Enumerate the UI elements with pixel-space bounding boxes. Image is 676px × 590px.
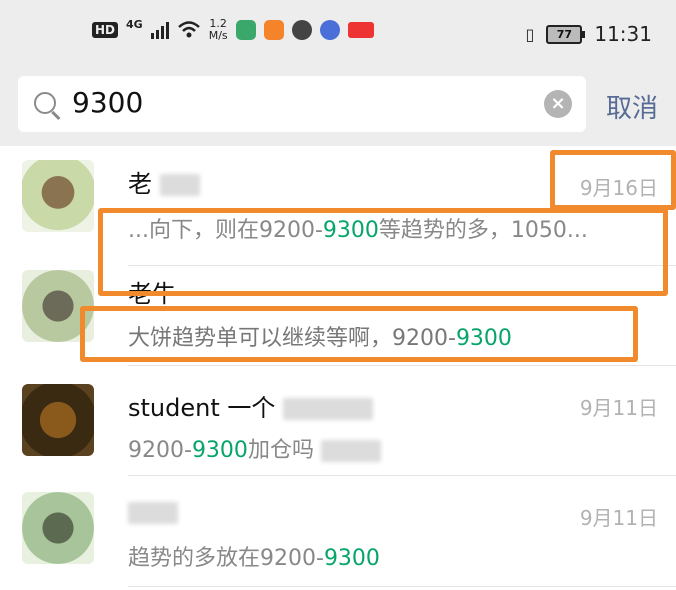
contact-name: student 一个 xyxy=(128,388,374,423)
avatar xyxy=(22,384,94,456)
snippet-text: 趋势的多放在9200- xyxy=(128,546,324,571)
news-app-icon xyxy=(347,22,374,38)
status-right: ▯ 77 11:31 xyxy=(526,22,652,46)
search-icon xyxy=(34,92,56,114)
blurred-text xyxy=(320,440,381,462)
annotation-box-snippet-2 xyxy=(80,306,638,362)
status-left: HD 4G 1.2 M/s xyxy=(92,18,374,42)
status-time: 11:31 xyxy=(594,22,652,46)
contact-name xyxy=(128,498,178,526)
wifi-icon xyxy=(177,21,200,38)
blurred-name xyxy=(159,174,200,196)
message-snippet: 趋势的多放在9200-9300 xyxy=(128,540,380,572)
blurred-name xyxy=(283,398,374,420)
contact-name-text: student 一个 xyxy=(128,394,276,422)
avatar xyxy=(22,492,94,564)
avatar xyxy=(22,160,94,232)
message-snippet: 9200-9300加仓吗 xyxy=(128,432,381,464)
cancel-button[interactable]: 取消 xyxy=(606,88,658,125)
snippet-highlight: 9300 xyxy=(191,438,248,463)
divider xyxy=(128,586,676,587)
speed-unit: M/s xyxy=(208,29,228,42)
vibrate-icon: ▯ xyxy=(525,24,535,44)
app-notification-icon xyxy=(235,20,256,40)
snippet-text: 9200- xyxy=(128,438,192,463)
search-input[interactable]: 9300 × xyxy=(18,76,586,132)
message-date: 9月11日 xyxy=(579,506,658,530)
annotation-box-snippet-1 xyxy=(98,208,668,296)
signal-icon xyxy=(150,21,169,39)
search-row: 9300 × 取消 xyxy=(0,66,676,146)
video-app-icon xyxy=(263,20,284,40)
battery-icon: 77 xyxy=(546,24,586,44)
contact-name-text: 老 xyxy=(128,170,152,198)
status-bar: HD 4G 1.2 M/s ▯ 77 11:31 xyxy=(0,0,676,66)
message-date: 9月11日 xyxy=(579,396,658,420)
list-item[interactable]: student 一个 9月11日 9200-9300加仓吗 xyxy=(0,366,676,476)
annotation-box-date xyxy=(550,150,676,210)
blurred-name xyxy=(128,502,178,524)
network-type: 4G xyxy=(126,17,143,31)
hd-badge: HD xyxy=(92,22,119,38)
network-speed: 1.2 M/s xyxy=(209,18,228,42)
search-query[interactable]: 9300 xyxy=(72,86,143,119)
clear-icon[interactable]: × xyxy=(544,90,572,118)
cloud-icon xyxy=(291,20,312,40)
contact-name: 老 xyxy=(128,164,200,199)
list-item[interactable]: 9月11日 趋势的多放在9200-9300 xyxy=(0,476,676,590)
snippet-highlight: 9300 xyxy=(323,546,380,571)
music-app-icon xyxy=(319,20,340,40)
snippet-text: 加仓吗 xyxy=(247,438,314,463)
